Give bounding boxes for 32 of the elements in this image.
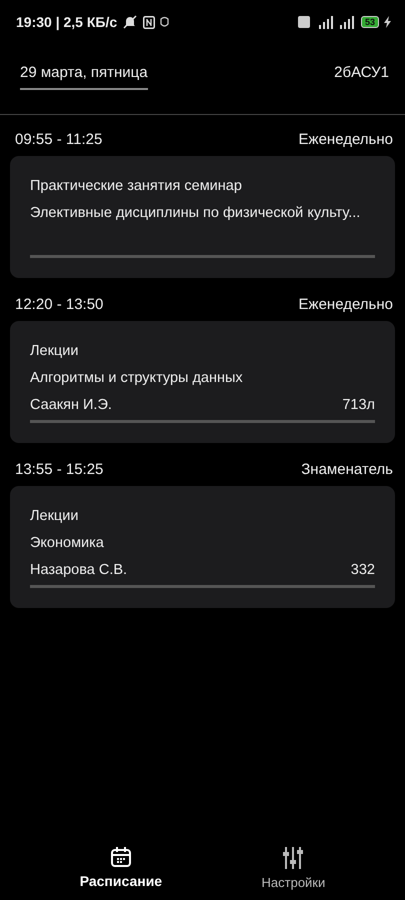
nav-tab[interactable]: Расписание [60,846,182,890]
sliders-icon [282,846,304,870]
lesson-card[interactable]: Лекции Экономика Назарова С.В. 332 [10,486,395,608]
battery-level: 53 [360,16,379,28]
lesson-card[interactable]: Практические занятия семинар Элективные дисциплины по физической культу... [10,156,395,278]
lesson-type: Лекции [30,507,80,526]
room-number: 332 [350,561,375,580]
repeat-label: Знаменатель [301,461,393,478]
lesson-type: Практические занятия семинар [30,177,243,196]
signal-icon [340,16,356,28]
nfc-icon [143,16,156,28]
room-number: 713л [342,396,375,415]
muted-bell-icon [122,15,138,29]
teacher-name: Саакян И.Э. [30,396,112,415]
subject-name: Экономика [30,534,105,553]
shield-icon [160,16,170,28]
teacher-name: Назарова С.В. [30,561,128,580]
status-time: 19:30 | 2,5 КБ/с [16,14,118,30]
calendar-icon [110,846,132,868]
date-selector[interactable]: 29 марта, пятница [20,64,148,90]
subject-name: Алгоритмы и структуры данных [30,369,244,388]
repeat-label: Еженедельно [298,131,393,148]
repeat-label: Еженедельно [298,296,393,313]
lesson-type: Лекции [30,342,80,361]
lesson-time: 13:55 - 15:25 [15,461,104,478]
subject-name: Элективные дисциплины по физической культу... [30,204,362,223]
nav-tab[interactable]: Настройки [242,846,346,890]
lesson-time: 12:20 - 13:50 [15,296,104,313]
group-name[interactable]: 2бАСУ1 [334,64,389,90]
lesson-card[interactable]: Лекции Алгоритмы и структуры данных Саакян И.Э. 713л [10,321,395,443]
charging-icon [384,16,391,28]
lesson-time: 09:55 - 11:25 [15,131,102,148]
